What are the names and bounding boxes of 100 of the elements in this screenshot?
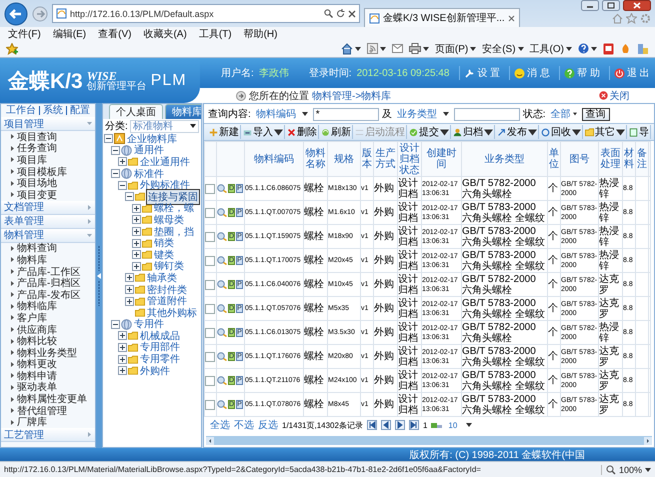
nav-item[interactable]: 客户库 xyxy=(1,312,95,324)
collapse-icon[interactable] xyxy=(111,169,120,178)
nav-item[interactable]: 厂牌库 xyxy=(1,416,95,428)
menu-item[interactable]: 编辑(E) xyxy=(52,26,86,40)
expand-icon[interactable] xyxy=(132,204,141,213)
tree-node[interactable]: 机械成品 xyxy=(139,328,181,343)
expand-icon[interactable] xyxy=(118,157,127,166)
tree-node[interactable]: 外购件 xyxy=(139,364,171,378)
nav-item[interactable]: 物料库 xyxy=(1,254,95,266)
nav-item[interactable]: 项目查询 xyxy=(1,131,95,143)
expand-icon[interactable] xyxy=(132,250,141,260)
top-link[interactable]: 系统 xyxy=(40,106,67,115)
toolbar-button[interactable]: 刷新 xyxy=(319,125,353,139)
collapse-icon[interactable] xyxy=(125,192,134,202)
select-link[interactable]: 不选 xyxy=(234,418,254,432)
nav-item[interactable]: 物料比较 xyxy=(1,335,95,347)
column-header[interactable]: 业务类型 xyxy=(462,142,548,176)
search-icon[interactable] xyxy=(324,9,333,18)
field-dropdown[interactable]: 物料编码 xyxy=(254,108,310,120)
toolbar-button[interactable]: 其它 xyxy=(583,125,627,139)
horizontal-scrollbar[interactable] xyxy=(206,436,652,445)
column-header[interactable]: 设计归档状态 xyxy=(398,142,422,176)
row-checkbox[interactable] xyxy=(205,328,215,338)
toolbar-button[interactable]: 回收 xyxy=(539,125,583,139)
close-icon[interactable] xyxy=(508,14,515,22)
tree-node[interactable]: 密封件类 xyxy=(146,282,188,297)
tree-node[interactable]: 专用件 xyxy=(133,317,165,332)
messages-link[interactable]: 消 息 xyxy=(509,66,554,80)
collapse-icon[interactable] xyxy=(118,180,127,190)
page-input[interactable]: 1 xyxy=(422,420,428,430)
collapse-icon[interactable] xyxy=(111,320,120,329)
nav-item[interactable]: 物料查询 xyxy=(1,242,95,254)
close-link[interactable]: 关闭 xyxy=(598,88,630,102)
zoom-control[interactable]: 100% xyxy=(600,464,651,474)
panel-tab[interactable]: 个人桌面 xyxy=(109,104,163,119)
logout-link[interactable]: 退 出 xyxy=(608,66,654,80)
top-link[interactable]: 配置 xyxy=(67,106,93,115)
collapse-icon[interactable] xyxy=(111,146,120,155)
group-header[interactable]: 文档管理 xyxy=(1,200,95,215)
nav-item[interactable]: 物料更改 xyxy=(1,358,95,370)
expand-icon[interactable] xyxy=(118,331,127,340)
stop-icon[interactable] xyxy=(348,10,356,18)
nav-item[interactable]: 产品库-发布区 xyxy=(1,288,95,301)
home-icon[interactable] xyxy=(340,42,353,54)
expand-icon[interactable] xyxy=(125,285,134,294)
menu-button[interactable]: 安全(S) xyxy=(482,42,524,56)
expand-icon[interactable] xyxy=(118,366,127,376)
row-checkbox[interactable] xyxy=(205,376,215,386)
expand-icon[interactable] xyxy=(118,354,127,364)
expand-icon[interactable] xyxy=(132,227,141,236)
toolbar-button[interactable]: 提交 xyxy=(407,125,451,139)
query-button[interactable]: 查询 xyxy=(582,108,610,120)
nav-item[interactable]: 驱动表单 xyxy=(1,382,95,394)
group-header[interactable]: 项目管理 xyxy=(1,117,95,131)
tree-node[interactable]: 螺母类 xyxy=(153,212,185,227)
first-page-button[interactable] xyxy=(366,420,377,430)
menu-button[interactable]: 工具(O) xyxy=(530,42,572,56)
column-header[interactable]: 创建时间 xyxy=(422,142,462,176)
nav-item[interactable]: 物料属性变更单 xyxy=(1,393,95,405)
nav-item[interactable]: 物料业务类型 xyxy=(1,346,95,358)
feed-icon[interactable] xyxy=(366,43,378,54)
nav-item[interactable]: 项目变更 xyxy=(1,188,95,201)
tree-node[interactable]: 其他外购标 xyxy=(146,306,198,320)
toolbar-button[interactable]: 导入 xyxy=(241,125,285,139)
back-button[interactable] xyxy=(4,2,28,26)
collapse-icon[interactable] xyxy=(104,134,113,144)
splitter-handle[interactable] xyxy=(97,246,101,306)
nav-item[interactable]: 物料临库 xyxy=(1,300,95,312)
top-link[interactable]: 工作台 xyxy=(3,106,40,115)
row-checkbox[interactable] xyxy=(205,352,215,362)
nav-item[interactable]: 产品库-工作区 xyxy=(1,266,95,278)
tree-node[interactable]: 轴承类 xyxy=(146,270,178,285)
note-icon[interactable] xyxy=(603,42,614,54)
column-header[interactable]: 物料编码 xyxy=(244,142,304,176)
add-favorite-icon[interactable] xyxy=(6,42,18,54)
refresh-icon[interactable] xyxy=(336,9,345,18)
tree-node[interactable]: 铆钉类 xyxy=(153,259,185,274)
tree-node[interactable]: 专用零件 xyxy=(139,352,181,366)
view-icon[interactable] xyxy=(217,184,227,193)
browser-tab[interactable]: 金蝶K/3 WISE创新管理平... xyxy=(364,8,520,27)
nav-item[interactable]: 任务查询 xyxy=(1,142,95,154)
expand-icon[interactable] xyxy=(125,273,134,282)
next-page-button[interactable] xyxy=(394,420,405,430)
group-header[interactable]: 物料管理 xyxy=(1,228,95,243)
view-icon[interactable] xyxy=(217,208,227,217)
toolbar-button[interactable]: 发布 xyxy=(495,125,539,139)
column-header[interactable]: 物料名称 xyxy=(304,142,328,176)
help-link[interactable]: 帮 助 xyxy=(558,66,604,80)
query-input[interactable] xyxy=(454,108,520,120)
menu-item[interactable]: 查看(V) xyxy=(98,26,132,40)
column-header[interactable]: 规格 xyxy=(328,142,360,176)
toolbar-button[interactable]: 导 xyxy=(627,125,651,139)
nav-item[interactable]: 项目库 xyxy=(1,154,95,166)
column-header[interactable]: 表面处理 xyxy=(598,142,622,176)
view-icon[interactable] xyxy=(217,400,227,409)
nav-item[interactable]: 项目场地 xyxy=(1,177,95,189)
column-header[interactable]: 单位 xyxy=(548,142,560,176)
column-header[interactable]: 图号 xyxy=(560,142,598,176)
view-icon[interactable] xyxy=(217,280,227,289)
settings-link[interactable]: 设 置 xyxy=(459,66,504,80)
